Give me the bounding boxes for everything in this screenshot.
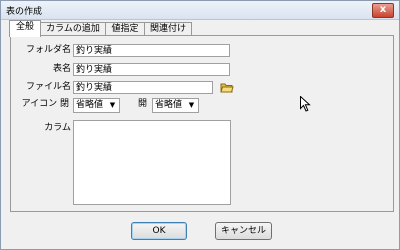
window-title: 表の作成: [6, 7, 43, 17]
chevron-down-icon: ▼: [188, 101, 195, 109]
columns-label: カラム: [44, 123, 71, 133]
table-name-label: 表名: [52, 64, 71, 74]
title-bar[interactable]: 表の作成 x: [1, 1, 399, 20]
file-name-label: ファイル名: [25, 82, 71, 92]
tab-add-columns[interactable]: カラムの追加: [40, 22, 106, 36]
file-name-field[interactable]: 釣り実績: [73, 81, 213, 94]
mouse-cursor-icon: [300, 96, 311, 112]
folder-name-field[interactable]: 釣り実績: [73, 44, 230, 57]
icon-closed-label: アイコン 閉: [21, 99, 69, 109]
columns-list[interactable]: [73, 120, 231, 205]
cancel-button[interactable]: キャンセル: [215, 222, 272, 240]
folder-name-label: フォルダ名: [25, 45, 71, 55]
browse-folder-button[interactable]: [220, 81, 234, 94]
close-icon: x: [379, 4, 387, 15]
folder-icon: [220, 83, 234, 93]
icon-closed-select[interactable]: 省略値 ▼: [73, 98, 120, 113]
dialog-window: 表の作成 x 全般 カラムの追加 値指定 関連付け フォルダ名 釣り実績 表名 …: [0, 0, 400, 250]
icon-open-label: 開: [137, 99, 147, 109]
chevron-down-icon: ▼: [109, 101, 116, 109]
tab-relations[interactable]: 関連付け: [144, 22, 192, 36]
icon-open-select[interactable]: 省略値 ▼: [152, 98, 199, 113]
ok-button[interactable]: OK: [131, 222, 187, 240]
tab-general[interactable]: 全般: [9, 20, 41, 37]
table-name-field[interactable]: 釣り実績: [73, 63, 230, 76]
icon-closed-value: 省略値: [76, 100, 104, 110]
icon-open-value: 省略値: [155, 100, 183, 110]
tab-value-spec[interactable]: 値指定: [105, 22, 145, 36]
close-button[interactable]: x: [372, 3, 394, 18]
